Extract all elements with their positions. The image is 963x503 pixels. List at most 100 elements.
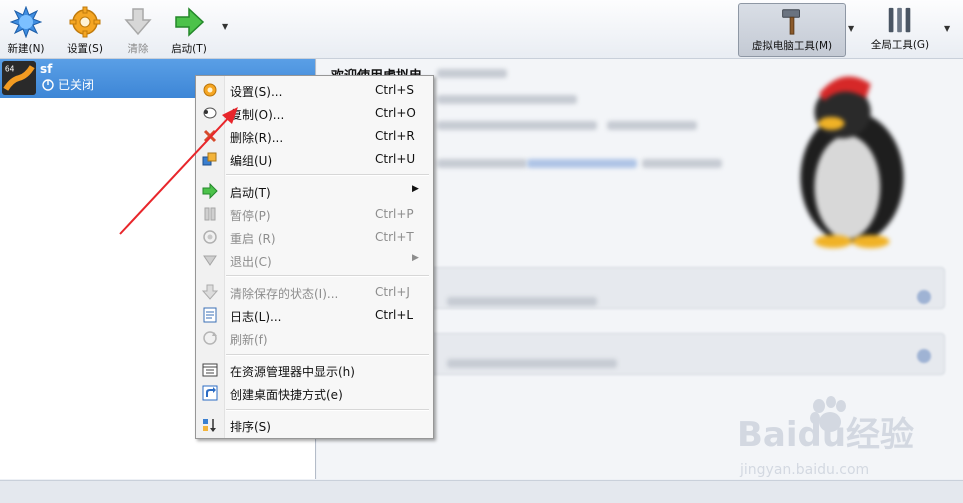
refresh-icon [203, 331, 217, 345]
settings-label: 设置(S) [67, 43, 103, 55]
log-icon [203, 307, 217, 323]
menu-item-close[interactable]: 退出(C) ▶ [196, 249, 433, 271]
discard-state-icon [202, 284, 218, 300]
menu-item-shortcut: Ctrl+S [375, 83, 415, 97]
menu-item-remove[interactable]: 删除(R)... Ctrl+R [196, 125, 433, 147]
menu-item-label: 退出(C) [230, 255, 272, 269]
menu-separator [226, 275, 429, 277]
menu-item-label: 删除(R)... [230, 131, 284, 145]
settings-gear-icon [69, 6, 101, 38]
blurred-icon [917, 349, 931, 363]
menu-item-shortcut: Ctrl+L [375, 308, 414, 322]
menu-item-create-shortcut[interactable]: 创建桌面快捷方式(e) [196, 382, 433, 404]
hammer-icon [782, 9, 800, 35]
global-tools-label: 全局工具(G) [870, 39, 930, 51]
menu-item-label: 排序(S) [230, 420, 271, 434]
menu-item-start[interactable]: 启动(T) ▶ [196, 180, 433, 202]
settings-gear-icon [203, 83, 217, 97]
menu-item-label: 在资源管理器中显示(h) [230, 365, 355, 379]
remove-x-icon [203, 129, 217, 143]
menu-item-discard-state[interactable]: 清除保存的状态(I)... Ctrl+J [196, 281, 433, 303]
reset-icon [203, 230, 217, 244]
blurred-text [437, 95, 577, 104]
menu-item-shortcut: Ctrl+P [375, 207, 414, 221]
settings-button[interactable]: 设置(S) [59, 4, 111, 56]
sort-icon [203, 419, 216, 432]
menu-item-pause[interactable]: 暂停(P) Ctrl+P [196, 203, 433, 225]
main-toolbar: 新建(N) 设置(S) 清除 启动(T) ▼ 虚拟电脑工具(M) ▼ 全局工具(… [0, 0, 963, 59]
vm-state-label: 已关闭 [58, 78, 95, 92]
blurred-text [437, 121, 597, 130]
vm-os-icon: 64 [2, 61, 36, 95]
menu-item-label: 设置(S)... [230, 85, 283, 99]
menu-item-label: 清除保存的状态(I)... [230, 287, 339, 301]
menu-item-label: 创建桌面快捷方式(e) [230, 388, 343, 402]
menu-item-show-in-explorer[interactable]: 在资源管理器中显示(h) [196, 359, 433, 381]
discard-label: 清除 [127, 43, 149, 55]
pause-icon [204, 207, 216, 221]
menu-item-label: 暂停(P) [230, 209, 271, 223]
new-button[interactable]: 新建(N) [0, 4, 52, 56]
blurred-text [642, 159, 722, 168]
menu-item-shortcut: Ctrl+O [375, 106, 416, 120]
baidu-paw-logo: Baidu经验 jingyan.baidu.com [737, 396, 914, 478]
menu-item-shortcut: Ctrl+R [375, 129, 415, 143]
menu-item-settings[interactable]: 设置(S)... Ctrl+S [196, 79, 433, 101]
start-dropdown-arrow[interactable]: ▼ [222, 22, 228, 31]
clone-sheep-icon [203, 107, 217, 119]
menu-separator [226, 409, 429, 411]
menu-item-sort[interactable]: 排序(S) [196, 414, 433, 436]
menu-item-label: 编组(U) [230, 154, 273, 168]
vm-name: sf [40, 62, 53, 76]
machine-tools-dropdown-arrow[interactable]: ▼ [848, 24, 854, 33]
submenu-arrow-icon: ▶ [412, 253, 419, 263]
menu-item-reset[interactable]: 重启 (R) Ctrl+T [196, 226, 433, 248]
explorer-icon [202, 363, 218, 377]
menu-separator [226, 354, 429, 356]
baidu-watermark: Baidu经验 jingyan.baidu.com [735, 396, 935, 486]
watermark-brand: Baidu经验 [737, 415, 914, 455]
menu-item-shortcut: Ctrl+T [375, 230, 414, 244]
menu-item-label: 复制(O)... [230, 108, 285, 122]
blurred-text [437, 159, 527, 168]
menu-item-shortcut: Ctrl+U [375, 152, 416, 166]
start-arrow-icon [202, 183, 218, 199]
global-tools-icon [888, 7, 911, 33]
vm-state: 已关闭 [42, 76, 94, 93]
menu-item-label: 启动(T) [230, 186, 271, 200]
machine-tools-label: 虚拟电脑工具(M) [751, 40, 833, 52]
global-tools-dropdown-arrow[interactable]: ▼ [944, 24, 950, 33]
menu-item-label: 刷新(f) [230, 333, 268, 347]
start-arrow-icon [175, 7, 205, 37]
shortcut-icon [202, 385, 218, 401]
power-off-icon [42, 78, 54, 91]
group-icon [202, 152, 217, 166]
menu-item-label: 重启 (R) [230, 232, 276, 246]
menu-item-group[interactable]: 编组(U) Ctrl+U [196, 148, 433, 170]
discard-button[interactable]: 清除 [112, 4, 164, 56]
discard-down-arrow-icon [124, 8, 152, 36]
blurred-text [607, 121, 697, 130]
menu-item-label: 日志(L)... [230, 310, 282, 324]
submenu-arrow-icon: ▶ [412, 184, 419, 194]
start-label: 启动(T) [171, 43, 207, 55]
blurred-text [447, 359, 617, 368]
blurred-link [527, 159, 637, 168]
menu-item-refresh[interactable]: 刷新(f) [196, 327, 433, 349]
menu-separator [226, 174, 429, 176]
close-triangle-icon [203, 255, 217, 266]
blurred-text [447, 297, 597, 306]
blurred-icon [917, 290, 931, 304]
context-menu: 设置(S)... Ctrl+S 复制(O)... Ctrl+O 删除(R)...… [195, 75, 434, 439]
machine-tools-button[interactable]: 虚拟电脑工具(M) [738, 3, 846, 57]
menu-item-logs[interactable]: 日志(L)... Ctrl+L [196, 304, 433, 326]
menu-item-shortcut: Ctrl+J [375, 285, 410, 299]
watermark-url: jingyan.baidu.com [739, 462, 869, 478]
mascot-penguin-illustration [800, 76, 904, 249]
vm-arch-badge: 64 [5, 64, 15, 73]
start-button[interactable]: 启动(T) [163, 4, 215, 56]
new-label: 新建(N) [7, 43, 45, 55]
global-tools-button[interactable]: 全局工具(G) [862, 3, 938, 55]
blurred-text [437, 69, 507, 78]
menu-item-clone[interactable]: 复制(O)... Ctrl+O [196, 102, 433, 124]
